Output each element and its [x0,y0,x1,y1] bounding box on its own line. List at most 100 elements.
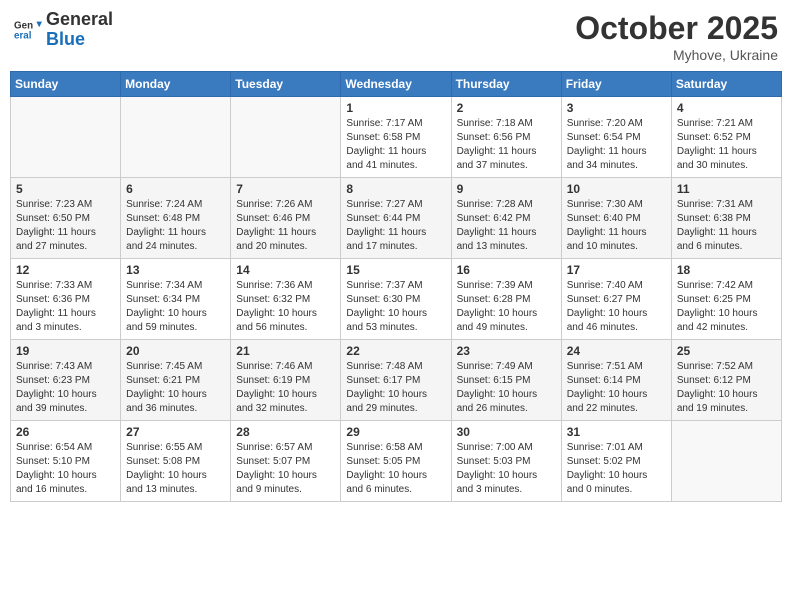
calendar-day-cell: 27 Sunrise: 6:55 AMSunset: 5:08 PMDayligh… [121,421,231,502]
day-info: Sunrise: 7:17 AMSunset: 6:58 PMDaylight:… [346,117,445,173]
calendar-day-cell: 10 Sunrise: 7:30 AMSunset: 6:40 PMDayligh… [561,178,671,259]
calendar-day-cell: 18 Sunrise: 7:42 AMSunset: 6:25 PMDayligh… [671,259,781,340]
calendar-day-cell: 31Sunrise: 7:01 AMSunset: 5:02 PMDayligh… [561,421,671,502]
day-number: 10 [567,182,666,196]
calendar-day-cell: 28 Sunrise: 6:57 AMSunset: 5:07 PMDayligh… [231,421,341,502]
day-number: 12 [16,263,115,277]
month-title: October 2025 [575,10,778,47]
day-number: 28 [236,425,335,439]
day-number: 13 [126,263,225,277]
calendar-table: SundayMondayTuesdayWednesdayThursdayFrid… [10,71,782,502]
day-info: Sunrise: 7:52 AMSunset: 6:12 PMDaylight:… [677,360,776,416]
day-number: 20 [126,344,225,358]
calendar-day-cell: 14 Sunrise: 7:36 AMSunset: 6:32 PMDayligh… [231,259,341,340]
day-info: Sunrise: 7:48 AMSunset: 6:17 PMDaylight:… [346,360,445,416]
title-block: October 2025 Myhove, Ukraine [575,10,778,63]
page-header: Gen eral General Blue October 2025 Myhov… [10,10,782,63]
day-info: Sunrise: 7:40 AMSunset: 6:27 PMDaylight:… [567,279,666,335]
day-number: 29 [346,425,445,439]
logo-text: General Blue [46,10,113,50]
weekday-header: Thursday [451,72,561,97]
day-info: Sunrise: 7:46 AMSunset: 6:19 PMDaylight:… [236,360,335,416]
day-number: 7 [236,182,335,196]
day-number: 27 [126,425,225,439]
calendar-week-row: 5 Sunrise: 7:23 AMSunset: 6:50 PMDaylight… [11,178,782,259]
day-info: Sunrise: 7:00 AMSunset: 5:03 PMDaylight:… [457,441,556,497]
weekday-header: Friday [561,72,671,97]
calendar-day-cell: 7Sunrise: 7:26 AMSunset: 6:46 PMDaylight… [231,178,341,259]
calendar-day-cell [121,97,231,178]
day-number: 8 [346,182,445,196]
day-info: Sunrise: 7:36 AMSunset: 6:32 PMDaylight:… [236,279,335,335]
day-number: 9 [457,182,556,196]
calendar-day-cell: 16 Sunrise: 7:39 AMSunset: 6:28 PMDayligh… [451,259,561,340]
day-info: Sunrise: 7:42 AMSunset: 6:25 PMDaylight:… [677,279,776,335]
day-number: 4 [677,101,776,115]
day-number: 11 [677,182,776,196]
day-info: Sunrise: 7:33 AMSunset: 6:36 PMDaylight:… [16,279,115,335]
day-number: 3 [567,101,666,115]
calendar-day-cell: 29 Sunrise: 6:58 AMSunset: 5:05 PMDayligh… [341,421,451,502]
calendar-day-cell: 11Sunrise: 7:31 AMSunset: 6:38 PMDayligh… [671,178,781,259]
calendar-week-row: 26Sunrise: 6:54 AMSunset: 5:10 PMDayligh… [11,421,782,502]
day-number: 25 [677,344,776,358]
location: Myhove, Ukraine [575,47,778,63]
day-info: Sunrise: 7:51 AMSunset: 6:14 PMDaylight:… [567,360,666,416]
day-number: 23 [457,344,556,358]
day-number: 16 [457,263,556,277]
day-number: 22 [346,344,445,358]
day-info: Sunrise: 7:49 AMSunset: 6:15 PMDaylight:… [457,360,556,416]
day-number: 14 [236,263,335,277]
calendar-day-cell: 4 Sunrise: 7:21 AMSunset: 6:52 PMDaylight… [671,97,781,178]
calendar-day-cell: 17 Sunrise: 7:40 AMSunset: 6:27 PMDayligh… [561,259,671,340]
day-info: Sunrise: 6:58 AMSunset: 5:05 PMDaylight:… [346,441,445,497]
logo-icon: Gen eral [14,16,42,44]
weekday-header: Saturday [671,72,781,97]
day-number: 18 [677,263,776,277]
day-info: Sunrise: 7:28 AMSunset: 6:42 PMDaylight:… [457,198,556,254]
calendar-day-cell: 19 Sunrise: 7:43 AMSunset: 6:23 PMDayligh… [11,340,121,421]
day-info: Sunrise: 7:21 AMSunset: 6:52 PMDaylight:… [677,117,776,173]
day-number: 19 [16,344,115,358]
day-number: 6 [126,182,225,196]
calendar-day-cell: 1 Sunrise: 7:17 AMSunset: 6:58 PMDaylight… [341,97,451,178]
calendar-week-row: 1 Sunrise: 7:17 AMSunset: 6:58 PMDaylight… [11,97,782,178]
calendar-day-cell: 6 Sunrise: 7:24 AMSunset: 6:48 PMDaylight… [121,178,231,259]
day-info: Sunrise: 7:27 AMSunset: 6:44 PMDaylight:… [346,198,445,254]
calendar-day-cell [11,97,121,178]
weekday-header: Monday [121,72,231,97]
calendar-day-cell: 5 Sunrise: 7:23 AMSunset: 6:50 PMDaylight… [11,178,121,259]
day-info: Sunrise: 7:24 AMSunset: 6:48 PMDaylight:… [126,198,225,254]
calendar-day-cell: 3 Sunrise: 7:20 AMSunset: 6:54 PMDaylight… [561,97,671,178]
day-number: 5 [16,182,115,196]
day-info: Sunrise: 7:30 AMSunset: 6:40 PMDaylight:… [567,198,666,254]
day-info: Sunrise: 7:37 AMSunset: 6:30 PMDaylight:… [346,279,445,335]
calendar-week-row: 19 Sunrise: 7:43 AMSunset: 6:23 PMDayligh… [11,340,782,421]
calendar-day-cell: 24Sunrise: 7:51 AMSunset: 6:14 PMDayligh… [561,340,671,421]
day-info: Sunrise: 7:20 AMSunset: 6:54 PMDaylight:… [567,117,666,173]
day-info: Sunrise: 7:34 AMSunset: 6:34 PMDaylight:… [126,279,225,335]
calendar-day-cell: 25 Sunrise: 7:52 AMSunset: 6:12 PMDayligh… [671,340,781,421]
calendar-day-cell: 26Sunrise: 6:54 AMSunset: 5:10 PMDayligh… [11,421,121,502]
day-info: Sunrise: 7:39 AMSunset: 6:28 PMDaylight:… [457,279,556,335]
calendar-day-cell: 22 Sunrise: 7:48 AMSunset: 6:17 PMDayligh… [341,340,451,421]
day-info: Sunrise: 7:01 AMSunset: 5:02 PMDaylight:… [567,441,666,497]
calendar-day-cell: 2 Sunrise: 7:18 AMSunset: 6:56 PMDaylight… [451,97,561,178]
calendar-day-cell [231,97,341,178]
day-number: 1 [346,101,445,115]
calendar-day-cell: 21Sunrise: 7:46 AMSunset: 6:19 PMDayligh… [231,340,341,421]
day-info: Sunrise: 7:18 AMSunset: 6:56 PMDaylight:… [457,117,556,173]
day-info: Sunrise: 7:23 AMSunset: 6:50 PMDaylight:… [16,198,115,254]
day-info: Sunrise: 7:43 AMSunset: 6:23 PMDaylight:… [16,360,115,416]
weekday-header-row: SundayMondayTuesdayWednesdayThursdayFrid… [11,72,782,97]
day-info: Sunrise: 6:54 AMSunset: 5:10 PMDaylight:… [16,441,115,497]
weekday-header: Sunday [11,72,121,97]
day-info: Sunrise: 6:57 AMSunset: 5:07 PMDaylight:… [236,441,335,497]
calendar-day-cell: 30 Sunrise: 7:00 AMSunset: 5:03 PMDayligh… [451,421,561,502]
day-info: Sunrise: 6:55 AMSunset: 5:08 PMDaylight:… [126,441,225,497]
day-number: 2 [457,101,556,115]
day-number: 17 [567,263,666,277]
day-number: 30 [457,425,556,439]
calendar-day-cell: 8 Sunrise: 7:27 AMSunset: 6:44 PMDaylight… [341,178,451,259]
calendar-day-cell: 20Sunrise: 7:45 AMSunset: 6:21 PMDayligh… [121,340,231,421]
